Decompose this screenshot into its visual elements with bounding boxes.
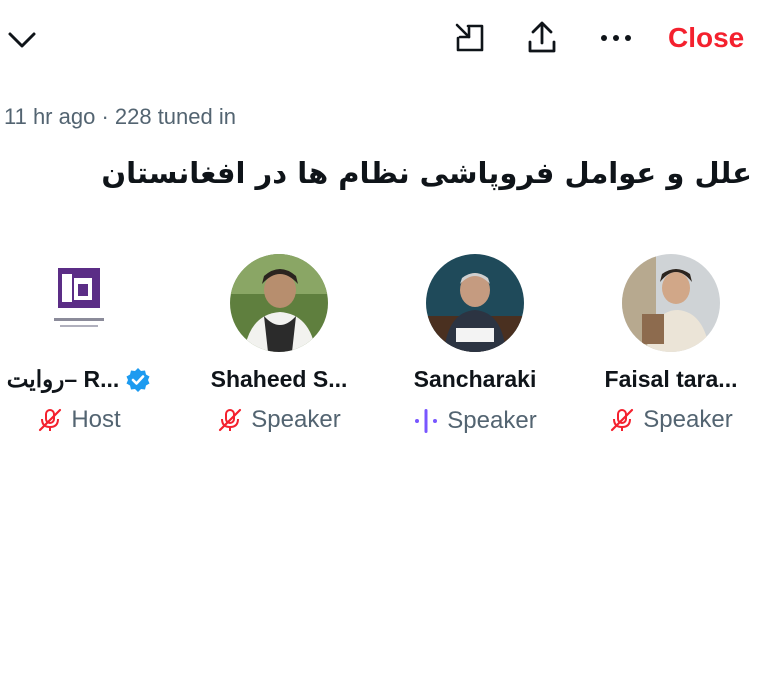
chevron-down-icon [8, 32, 36, 48]
participant-role: Speaker [184, 406, 374, 434]
verified-badge-icon [126, 367, 150, 392]
minimize-button[interactable] [448, 18, 492, 58]
person-avatar-image [622, 254, 720, 352]
role-label: Speaker [447, 407, 537, 434]
person-avatar-image [230, 254, 328, 352]
share-button[interactable] [520, 18, 564, 58]
more-button[interactable] [594, 18, 638, 58]
avatar [230, 254, 328, 352]
space-title: علل و عوامل فروپاشی نظام ها در افغانستان [101, 156, 752, 190]
participant-speaker[interactable]: Shaheed S... Speaker [184, 254, 374, 454]
muted-mic-icon [611, 408, 634, 432]
participant-name-row: Faisal tara... [576, 366, 766, 393]
avatar [30, 254, 128, 352]
logo-avatar-image [30, 254, 128, 352]
participant-role: Host [0, 406, 174, 434]
avatar [426, 254, 524, 352]
participant-name-row: Shaheed S... [184, 366, 374, 393]
participant-name-row: Sancharaki [380, 366, 570, 393]
speaking-waveform-icon [415, 409, 438, 433]
participant-role: Speaker [576, 406, 766, 434]
participant-name-row: روایت– R... [0, 366, 174, 393]
share-upload-icon [528, 21, 556, 53]
close-button[interactable]: Close [668, 18, 744, 58]
participant-name: روایت– R... [6, 366, 120, 392]
role-label: Host [71, 406, 121, 433]
picture-in-picture-icon [455, 23, 484, 52]
avatar [622, 254, 720, 352]
space-header: Close [0, 0, 768, 76]
space-meta: 11 hr ago · 228 tuned in [4, 104, 236, 129]
participant-speaker[interactable]: Sancharaki Speaker [380, 254, 570, 454]
participant-role: Speaker [380, 406, 570, 436]
participant-name: Shaheed S... [210, 366, 348, 392]
person-avatar-image [426, 254, 524, 352]
role-label: Speaker [251, 406, 341, 433]
muted-mic-icon [219, 408, 242, 432]
participant-speaker[interactable]: Faisal tara... Speaker [576, 254, 766, 454]
participant-name: Sancharaki [413, 366, 537, 392]
muted-mic-icon [39, 408, 62, 432]
collapse-button[interactable] [2, 22, 42, 58]
more-horizontal-icon [601, 35, 631, 41]
role-label: Speaker [643, 406, 733, 433]
participant-host[interactable]: روایت– R... Host [0, 254, 174, 454]
participant-name: Faisal tara... [604, 366, 738, 392]
